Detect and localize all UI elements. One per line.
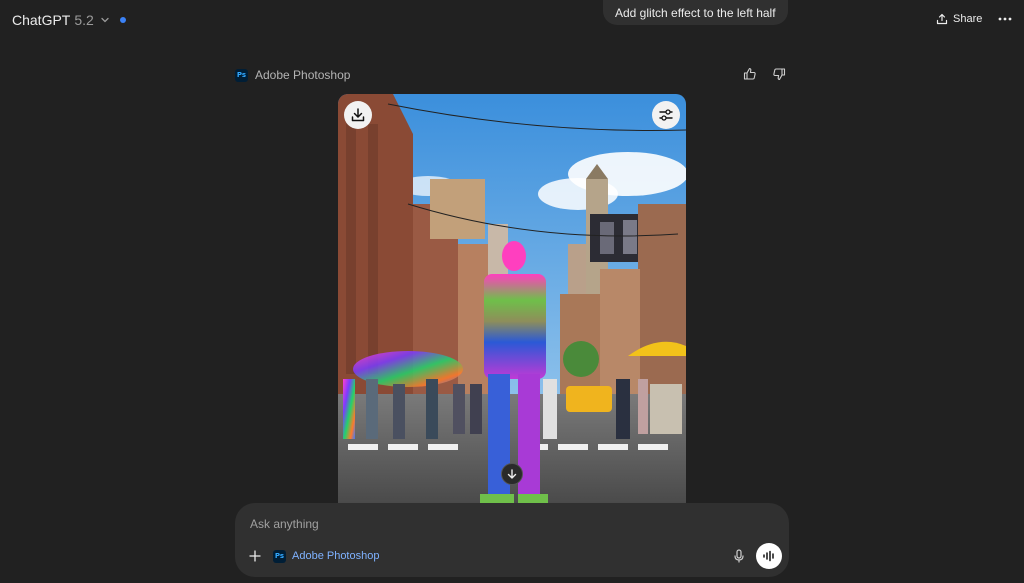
- sliders-icon: [659, 109, 673, 121]
- thumbs-down-icon[interactable]: [772, 67, 786, 81]
- message-input[interactable]: [250, 515, 720, 533]
- plus-icon: [249, 550, 261, 562]
- thumbs-up-icon[interactable]: [743, 67, 757, 81]
- more-icon: [998, 17, 1012, 21]
- add-attachment-button[interactable]: [247, 548, 263, 564]
- photoshop-logo: Ps: [235, 68, 248, 82]
- generated-image[interactable]: [338, 94, 686, 504]
- share-label: Share: [953, 13, 983, 25]
- more-options-button[interactable]: [996, 10, 1014, 28]
- scroll-to-bottom-button[interactable]: [501, 463, 523, 485]
- arrow-down-icon: [507, 469, 517, 479]
- download-icon: [351, 108, 365, 122]
- download-image-button[interactable]: [344, 101, 372, 129]
- photoshop-logo: Ps: [273, 549, 286, 563]
- tool-attribution: Ps Adobe Photoshop: [235, 67, 350, 83]
- adjust-image-button[interactable]: [652, 101, 680, 129]
- model-version: 5.2: [74, 12, 94, 28]
- user-message: Add glitch effect to the left half: [603, 0, 788, 25]
- model-name: ChatGPT: [12, 12, 71, 28]
- chat-page: ChatGPT 5.2 Add glitch effect to the lef…: [0, 0, 1024, 583]
- tool-name: Adobe Photoshop: [255, 68, 351, 82]
- share-icon: [936, 13, 948, 25]
- tool-chip-label: Adobe Photoshop: [292, 550, 380, 562]
- status-dot: [119, 17, 126, 23]
- share-button[interactable]: Share: [936, 10, 982, 28]
- voice-waveform-icon: [763, 550, 774, 562]
- message-composer: Ps Adobe Photoshop: [235, 503, 789, 577]
- microphone-icon: [734, 549, 744, 563]
- dictate-button[interactable]: [731, 548, 747, 564]
- model-switcher[interactable]: ChatGPT 5.2: [12, 9, 126, 31]
- tool-chip-photoshop[interactable]: Ps Adobe Photoshop: [273, 548, 379, 564]
- chevron-down-icon: [101, 17, 109, 23]
- street-scene-image: [338, 94, 686, 504]
- voice-mode-button[interactable]: [756, 543, 782, 569]
